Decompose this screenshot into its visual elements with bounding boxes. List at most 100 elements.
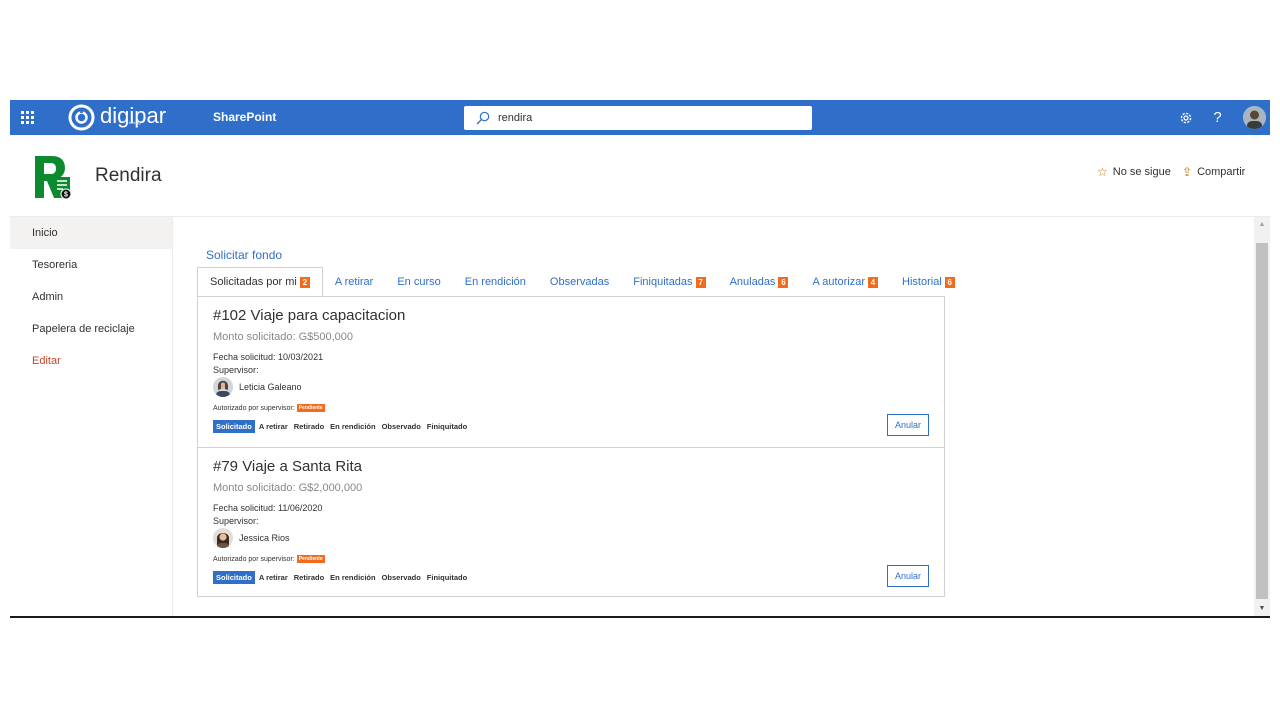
supervisor-person[interactable]: Jessica Rios [213,528,290,548]
request-card: #102 Viaje para capacitacion Monto solic… [198,297,944,447]
supervisor-authorization: Autorizado por supervisor: Pendiente [213,555,325,563]
tab-en-rendicion[interactable]: En rendición [453,267,538,297]
step-observado: Observado [381,422,421,431]
star-icon: ☆ [1097,165,1108,179]
supervisor-label: Supervisor: [213,516,259,526]
follow-button[interactable]: ☆ No se sigue [1097,165,1171,179]
digipar-logo[interactable]: digipar [68,103,166,131]
follow-label: No se sigue [1112,166,1171,178]
tab-label: En rendición [464,276,526,288]
supervisor-name: Leticia Galeano [239,382,302,392]
request-title: #79 Viaje a Santa Rita [213,458,362,475]
tab-label: Anuladas [729,276,776,288]
request-date: Fecha solicitud: 10/03/2021 [213,352,324,362]
scroll-down-arrow-icon[interactable]: ▼ [1254,603,1270,615]
cancel-request-button[interactable]: Anular [887,414,929,436]
digipar-logo-mark-icon [68,104,95,131]
request-amount: Monto solicitado: G$2,000,000 [213,482,363,494]
request-card: #79 Viaje a Santa Rita Monto solicitado:… [198,447,944,597]
supervisor-label: Supervisor: [213,365,259,375]
step-finiquitado: Finiquitado [426,573,468,582]
step-a-retirar: A retirar [258,422,288,431]
tab-count-badge: 6 [944,276,955,288]
logo-subtitle: Holding [127,120,141,125]
request-title: #102 Viaje para capacitacion [213,307,406,324]
scroll-up-arrow-icon[interactable]: ▲ [1254,219,1270,231]
tab-anuladas[interactable]: Anuladas 6 [718,267,801,297]
tab-count-badge: 2 [299,276,310,288]
tab-label: A retirar [334,276,374,288]
tab-en-curso[interactable]: En curso [385,267,452,297]
window-bottom-border [10,616,1270,618]
main-content: Solicitar fondo Solicitadas por mi 2 A re… [174,217,1254,618]
step-solicitado: Solicitado [213,571,255,584]
tab-label: Observadas [549,276,610,288]
scrollbar-thumb[interactable] [1256,243,1268,599]
nav-edit-link[interactable]: Editar [10,345,172,377]
status-badge: Pendiente [296,555,325,563]
step-retirado: Retirado [293,573,325,582]
requests-panel: #102 Viaje para capacitacion Monto solic… [197,296,945,597]
request-date: Fecha solicitud: 11/06/2020 [213,503,323,513]
status-badge: Pendiente [296,404,325,412]
site-title[interactable]: Rendira [95,165,162,187]
user-avatar[interactable] [1243,106,1266,129]
step-solicitado: Solicitado [213,420,255,433]
sharepoint-app-label[interactable]: SharePoint [213,110,276,124]
tab-a-retirar[interactable]: A retirar [323,267,386,297]
step-observado: Observado [381,573,421,582]
sharepoint-window: digipar Holding SharePoint rendira ? $ R… [10,100,1270,618]
nav-item-admin[interactable]: Admin [10,281,172,313]
tab-count-badge: 4 [868,276,879,288]
nav-item-tesoreria[interactable]: Tesoreria [10,249,172,281]
site-header: $ Rendira ☆ No se sigue ⇪ Compartir [10,135,1270,217]
supervisor-person[interactable]: Leticia Galeano [213,377,302,397]
tab-label: Historial [902,276,942,288]
share-button[interactable]: ⇪ Compartir [1182,165,1245,179]
status-steps: Solicitado A retirar Retirado En rendici… [213,571,473,584]
tab-count-badge: 6 [778,276,789,288]
supervisor-avatar [213,377,233,397]
tab-strip: Solicitadas por mi 2 A retirar En curso E… [197,267,967,297]
step-en-rendicion: En rendición [330,422,376,431]
tab-solicitadas[interactable]: Solicitadas por mi 2 [197,267,323,297]
tab-a-autorizar[interactable]: A autorizar 4 [800,267,890,297]
share-icon: ⇪ [1182,165,1193,179]
tab-finiquitadas[interactable]: Finiquitadas 7 [621,267,717,297]
settings-gear-icon[interactable] [1168,100,1203,135]
help-label: ? [1213,109,1222,126]
auth-label: Autorizado por supervisor: [213,404,295,412]
tab-observadas[interactable]: Observadas [538,267,621,297]
tab-label: A autorizar [812,276,866,288]
nav-item-inicio[interactable]: Inicio [10,217,172,249]
step-finiquitado: Finiquitado [426,422,468,431]
nav-item-papelera[interactable]: Papelera de reciclaje [10,313,172,345]
help-icon[interactable]: ? [1200,100,1235,135]
tab-historial[interactable]: Historial 6 [890,267,967,297]
tab-label: Finiquitadas [633,276,693,288]
svg-text:$: $ [64,192,68,199]
tab-label: Solicitadas por mi [210,276,297,288]
search-box[interactable]: rendira [464,106,812,130]
share-label: Compartir [1197,166,1246,178]
vertical-scrollbar[interactable]: ▲ ▼ [1254,217,1270,618]
search-input[interactable]: rendira [498,112,532,124]
left-navigation: Inicio Tesoreria Admin Papelera de recic… [10,217,173,618]
step-en-rendicion: En rendición [330,573,376,582]
status-steps: Solicitado A retirar Retirado En rendici… [213,420,473,433]
suite-bar: digipar Holding SharePoint rendira ? [10,100,1270,135]
tab-label: En curso [397,276,441,288]
search-icon [476,111,490,125]
request-fund-link[interactable]: Solicitar fondo [206,248,282,262]
rendira-logo[interactable]: $ [32,153,74,201]
step-a-retirar: A retirar [258,573,288,582]
app-launcher-icon[interactable] [10,100,45,135]
auth-label: Autorizado por supervisor: [213,555,295,563]
supervisor-authorization: Autorizado por supervisor: Pendiente [213,404,325,412]
cancel-request-button[interactable]: Anular [887,565,929,587]
supervisor-name: Jessica Rios [239,533,290,543]
request-amount: Monto solicitado: G$500,000 [213,331,354,343]
supervisor-avatar [213,528,233,548]
tab-count-badge: 7 [695,276,706,288]
step-retirado: Retirado [293,422,325,431]
